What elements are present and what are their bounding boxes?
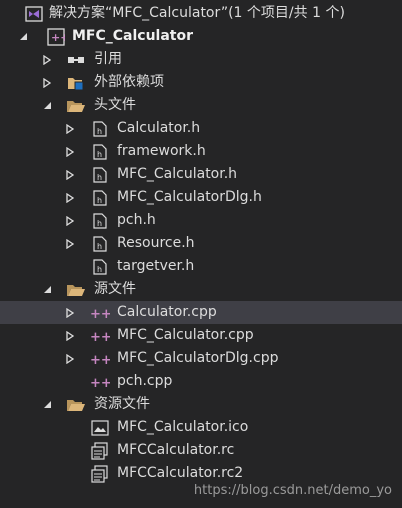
file-item-mfccalculator-rc[interactable]: MFCCalculator.rc <box>0 439 402 462</box>
collapsed-arrow-icon[interactable] <box>63 186 77 209</box>
file-label: Calculator.cpp <box>117 304 217 320</box>
svg-text:h: h <box>97 219 102 228</box>
collapsed-arrow-icon[interactable] <box>63 140 77 163</box>
collapsed-arrow-icon[interactable] <box>63 232 77 255</box>
cpp-file-icon: ++ <box>90 324 110 347</box>
svg-text:h: h <box>97 150 102 159</box>
expanded-arrow-icon[interactable] <box>40 278 54 301</box>
svg-text:++: ++ <box>90 307 110 320</box>
source-files-folder[interactable]: 源文件 <box>0 278 402 301</box>
external-deps-label: 外部依赖项 <box>94 74 164 90</box>
file-item-mfc-calculator-h[interactable]: h MFC_Calculator.h <box>0 163 402 186</box>
file-label: MFC_Calculator.ico <box>117 419 249 435</box>
solution-label: 解决方案“MFC_Calculator”(1 个项目/共 1 个) <box>49 5 345 21</box>
collapsed-arrow-icon[interactable] <box>63 347 77 370</box>
file-label: pch.cpp <box>117 373 173 389</box>
expanded-arrow-icon[interactable] <box>40 393 54 416</box>
references-label: 引用 <box>94 51 122 67</box>
resource-file-icon <box>90 462 110 485</box>
external-deps-node[interactable]: 外部依赖项 <box>0 71 402 94</box>
file-item-calculator-h[interactable]: h Calculator.h <box>0 117 402 140</box>
file-item-mfc-calculator-cpp[interactable]: ++ MFC_Calculator.cpp <box>0 324 402 347</box>
open-folder-icon <box>66 278 86 301</box>
references-icon <box>66 48 86 71</box>
header-file-icon: h <box>90 163 110 186</box>
file-item-targetver-h[interactable]: h targetver.h <box>0 255 402 278</box>
image-file-icon <box>90 416 110 439</box>
collapsed-arrow-icon[interactable] <box>63 301 77 324</box>
file-item-resource-h[interactable]: h Resource.h <box>0 232 402 255</box>
header-files-label: 头文件 <box>94 97 136 113</box>
project-label: MFC_Calculator <box>72 28 194 44</box>
header-file-icon: h <box>90 255 110 278</box>
svg-text:++: ++ <box>90 330 110 343</box>
collapsed-arrow-icon[interactable] <box>63 324 77 347</box>
collapsed-arrow-icon[interactable] <box>40 48 54 71</box>
header-file-icon: h <box>90 186 110 209</box>
header-file-icon: h <box>90 140 110 163</box>
cpp-project-icon: ++ <box>46 25 66 48</box>
collapsed-arrow-icon[interactable] <box>63 163 77 186</box>
source-files-label: 源文件 <box>94 281 136 297</box>
header-files-folder[interactable]: 头文件 <box>0 94 402 117</box>
svg-text:++: ++ <box>51 31 65 44</box>
file-label: Calculator.h <box>117 120 201 136</box>
file-label: MFCCalculator.rc <box>117 442 235 458</box>
external-deps-icon <box>66 71 86 94</box>
solution-explorer-tree: 解决方案“MFC_Calculator”(1 个项目/共 1 个) ++ MFC… <box>0 2 402 485</box>
solution-node[interactable]: 解决方案“MFC_Calculator”(1 个项目/共 1 个) <box>0 2 402 25</box>
collapsed-arrow-icon[interactable] <box>63 117 77 140</box>
file-item-mfc-calculatordlg-h[interactable]: h MFC_CalculatorDlg.h <box>0 186 402 209</box>
cpp-file-icon: ++ <box>90 347 110 370</box>
file-label: Resource.h <box>117 235 195 251</box>
header-file-icon: h <box>90 117 110 140</box>
expanded-arrow-icon[interactable] <box>16 25 30 48</box>
open-folder-icon <box>66 393 86 416</box>
svg-text:++: ++ <box>90 376 110 389</box>
collapsed-arrow-icon[interactable] <box>63 209 77 232</box>
file-label: framework.h <box>117 143 206 159</box>
file-label: pch.h <box>117 212 156 228</box>
header-file-icon: h <box>90 232 110 255</box>
svg-text:h: h <box>97 196 102 205</box>
file-item-mfc-calculator-ico[interactable]: MFC_Calculator.ico <box>0 416 402 439</box>
file-item-calculator-cpp[interactable]: ++ Calculator.cpp <box>0 301 402 324</box>
file-label: MFCCalculator.rc2 <box>117 465 244 481</box>
open-folder-icon <box>66 94 86 117</box>
file-label: MFC_CalculatorDlg.h <box>117 189 262 205</box>
svg-text:h: h <box>97 242 102 251</box>
file-label: targetver.h <box>117 258 195 274</box>
resource-file-icon <box>90 439 110 462</box>
file-item-pch-cpp[interactable]: ++ pch.cpp <box>0 370 402 393</box>
references-node[interactable]: 引用 <box>0 48 402 71</box>
collapsed-arrow-icon[interactable] <box>40 71 54 94</box>
file-item-mfccalculator-rc2[interactable]: MFCCalculator.rc2 <box>0 462 402 485</box>
file-item-pch-h[interactable]: h pch.h <box>0 209 402 232</box>
svg-text:++: ++ <box>90 353 110 366</box>
header-file-icon: h <box>90 209 110 232</box>
resource-files-label: 资源文件 <box>94 396 150 412</box>
cpp-file-icon: ++ <box>90 301 110 324</box>
resource-files-folder[interactable]: 资源文件 <box>0 393 402 416</box>
file-label: MFC_Calculator.h <box>117 166 238 182</box>
file-label: MFC_CalculatorDlg.cpp <box>117 350 279 366</box>
expanded-arrow-icon[interactable] <box>40 94 54 117</box>
svg-text:h: h <box>97 173 102 182</box>
watermark-text: https://blog.csdn.net/demo_yo <box>193 483 392 498</box>
svg-text:h: h <box>97 127 102 136</box>
project-node[interactable]: ++ MFC_Calculator <box>0 25 402 48</box>
solution-icon <box>24 2 44 25</box>
file-item-mfc-calculatordlg-cpp[interactable]: ++ MFC_CalculatorDlg.cpp <box>0 347 402 370</box>
file-item-framework-h[interactable]: h framework.h <box>0 140 402 163</box>
cpp-file-icon: ++ <box>90 370 110 393</box>
file-label: MFC_Calculator.cpp <box>117 327 254 343</box>
svg-text:h: h <box>97 265 102 274</box>
